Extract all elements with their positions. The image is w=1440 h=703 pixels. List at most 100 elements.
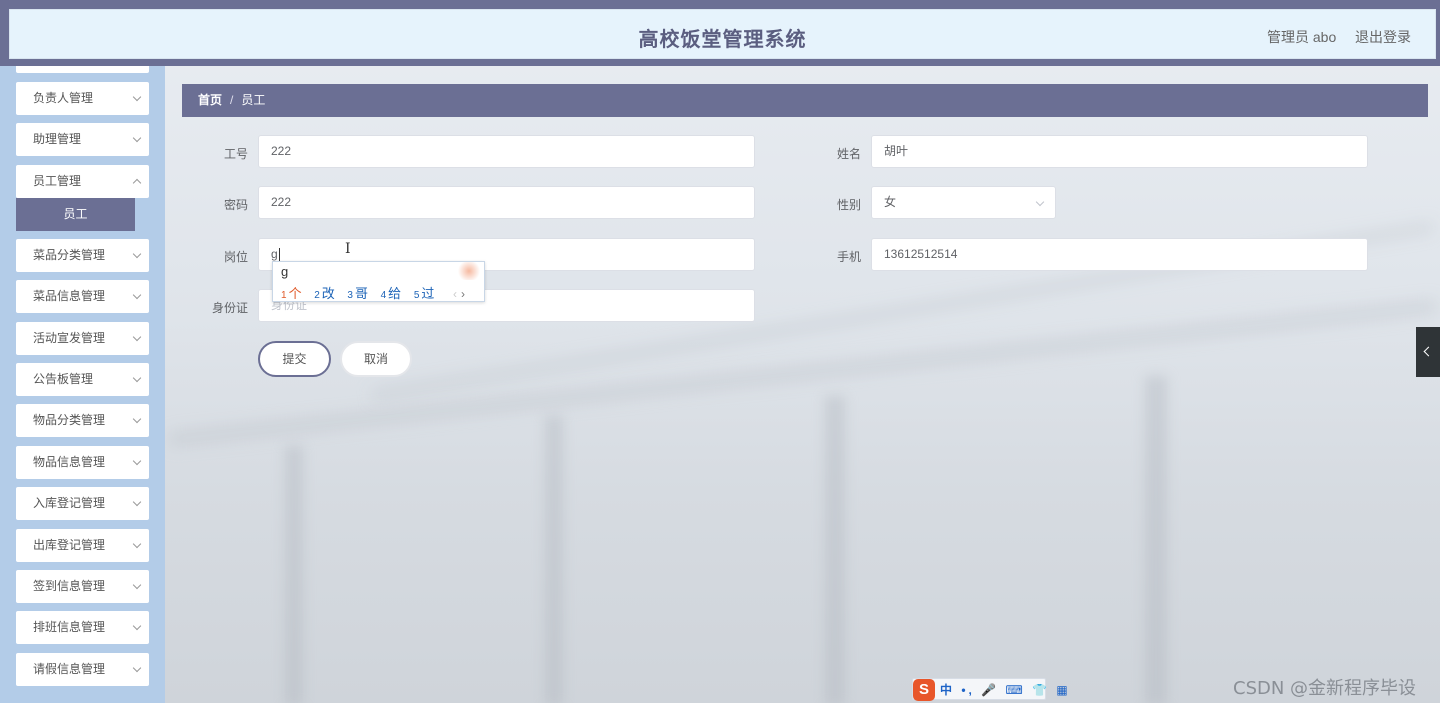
sidebar-item-gonggao[interactable]: 公告板管理	[16, 363, 149, 396]
ime-composition: g	[281, 264, 289, 279]
breadcrumb-separator: /	[230, 93, 234, 107]
xingming-input[interactable]: 胡叶	[871, 135, 1368, 168]
ime-candidate-popup: g 1个 2改 3哥 4给 5过 ‹ ›	[272, 261, 485, 302]
app-title: 高校饭堂管理系统	[638, 27, 807, 51]
logout-button[interactable]: 退出登录	[1355, 27, 1411, 47]
breadcrumb-current: 员工	[241, 93, 266, 107]
ime-candidate-number: 3	[347, 290, 353, 301]
sidebar-item-qiandao[interactable]: 签到信息管理	[16, 570, 149, 603]
chevron-down-icon	[132, 539, 142, 549]
chevron-down-icon	[1035, 197, 1045, 207]
sidebar-item-wupin-fenlei[interactable]: 物品分类管理	[16, 404, 149, 437]
sidebar-item-label: 入库登记管理	[33, 496, 106, 510]
chevron-down-icon	[132, 497, 142, 507]
ime-candidate[interactable]: 3哥	[347, 283, 368, 302]
gonghao-input[interactable]: 222	[258, 135, 755, 168]
ime-candidate-number: 2	[314, 290, 320, 301]
sidebar-item-caipin-fenlei[interactable]: 菜品分类管理	[16, 239, 149, 272]
ime-candidate-number: 5	[413, 290, 420, 301]
ime-prev-icon[interactable]: ‹	[453, 287, 457, 301]
submit-button[interactable]: 提交	[258, 341, 331, 377]
ime-candidate-text: 哥	[354, 286, 368, 301]
sidebar-item-label: 物品信息管理	[33, 455, 106, 469]
sidebar-item-caipin-xinxi[interactable]: 菜品信息管理	[16, 280, 149, 313]
shouji-input[interactable]: 13612512514	[871, 238, 1368, 271]
ime-toolbar[interactable]: S 中 •, 🎤 ⌨ 👕 ▦	[912, 678, 1068, 701]
sidebar-item-fuzeren[interactable]: 负责人管理	[16, 82, 149, 115]
xingbie-select[interactable]: 女	[871, 186, 1056, 219]
sidebar-item-chuku[interactable]: 出库登记管理	[16, 529, 149, 562]
ime-toolbar-icons: 中 •, 🎤 ⌨ 👕 ▦	[940, 683, 1071, 697]
sidebar-item-wupin-xinxi[interactable]: 物品信息管理	[16, 446, 149, 479]
chevron-down-icon	[132, 663, 142, 673]
ime-candidates: 1个 2改 3哥 4给 5过 ‹ ›	[281, 283, 465, 302]
sogou-logo-icon	[456, 262, 482, 280]
sidebar-item-label: 员工管理	[33, 174, 82, 188]
chevron-up-icon	[132, 178, 142, 188]
gangwei-label: 岗位	[223, 250, 248, 264]
sogou-logo-icon: S	[913, 679, 935, 701]
sidebar-item-huodong[interactable]: 活动宣发管理	[16, 322, 149, 355]
sidebar-item-label: 负责人管理	[33, 91, 94, 105]
text-caret	[278, 247, 280, 262]
shouji-label: 手机	[836, 250, 861, 264]
sidebar-item-label: 助理管理	[33, 132, 82, 146]
sidebar-item-yuangong[interactable]: 员工管理	[16, 165, 149, 198]
sidebar-item-label: 菜品分类管理	[33, 248, 106, 262]
ime-next-icon[interactable]: ›	[461, 287, 465, 301]
sidebar-item-label: 签到信息管理	[33, 579, 106, 593]
xingbie-label: 性别	[836, 198, 861, 212]
sidebar-item-label: 公告板管理	[33, 372, 94, 386]
drawer-toggle-button[interactable]	[1416, 327, 1440, 377]
ime-candidate[interactable]: 1个	[281, 283, 302, 302]
ime-candidate[interactable]: 4给	[381, 283, 402, 302]
chevron-down-icon	[132, 92, 142, 102]
ime-candidate[interactable]: 5过	[414, 283, 435, 302]
sidebar-item-label: 活动宣发管理	[33, 331, 106, 345]
sidebar-item-label: 物品分类管理	[33, 413, 106, 427]
user-label: 管理员 abo	[1267, 29, 1337, 45]
chevron-down-icon	[132, 414, 142, 424]
mima-label: 密码	[223, 198, 248, 212]
sidebar-subitem-yuangong[interactable]: 员工	[16, 198, 135, 231]
chevron-down-icon	[132, 456, 142, 466]
xingming-label: 姓名	[836, 147, 861, 161]
sidebar: 负责人管理 助理管理 员工管理 员工 菜品分类管理 菜品信息管理 活动宣发管理 …	[0, 66, 165, 703]
chevron-left-icon	[1423, 346, 1434, 357]
ime-candidate-text: 给	[388, 286, 402, 301]
ibeam-cursor-icon: I	[345, 241, 351, 257]
ime-candidate-number: 4	[380, 290, 387, 301]
sidebar-item-ruku[interactable]: 入库登记管理	[16, 487, 149, 520]
chevron-down-icon	[132, 133, 142, 143]
shenfenzheng-label: 身份证	[211, 301, 248, 315]
header: 高校饭堂管理系统 管理员 abo 退出登录	[9, 9, 1436, 59]
gonghao-label: 工号	[223, 147, 248, 161]
breadcrumb: 首页 / 员工	[182, 84, 1428, 117]
ime-candidate-text: 改	[321, 286, 335, 301]
sidebar-item-label: 请假信息管理	[33, 662, 106, 676]
cancel-button[interactable]: 取消	[340, 341, 412, 377]
sidebar-item-label: 排班信息管理	[33, 620, 106, 634]
sidebar-item-zhuli[interactable]: 助理管理	[16, 123, 149, 156]
ime-candidate[interactable]: 2改	[314, 283, 335, 302]
chevron-down-icon	[132, 332, 142, 342]
header-frame: 高校饭堂管理系统 管理员 abo 退出登录	[0, 0, 1440, 66]
ime-candidate-text: 个	[288, 286, 302, 301]
mima-input[interactable]: 222	[258, 186, 755, 219]
ime-candidate-number: 1	[281, 290, 287, 301]
sidebar-item-label: 菜品信息管理	[33, 289, 106, 303]
watermark: CSDN @金新程序毕设	[1233, 678, 1417, 699]
chevron-down-icon	[132, 373, 142, 383]
chevron-down-icon	[132, 249, 142, 259]
sidebar-item-partial[interactable]	[16, 66, 149, 73]
ime-candidate-text: 过	[421, 286, 435, 301]
sidebar-item-label: 出库登记管理	[33, 538, 106, 552]
sidebar-item-paiban[interactable]: 排班信息管理	[16, 611, 149, 644]
chevron-down-icon	[132, 621, 142, 631]
breadcrumb-home[interactable]: 首页	[198, 93, 222, 107]
xingbie-value: 女	[884, 195, 897, 209]
chevron-down-icon	[132, 580, 142, 590]
gangwei-value: g	[271, 247, 278, 261]
sidebar-item-qingjia[interactable]: 请假信息管理	[16, 653, 149, 686]
ime-page-nav: ‹ ›	[453, 287, 465, 301]
